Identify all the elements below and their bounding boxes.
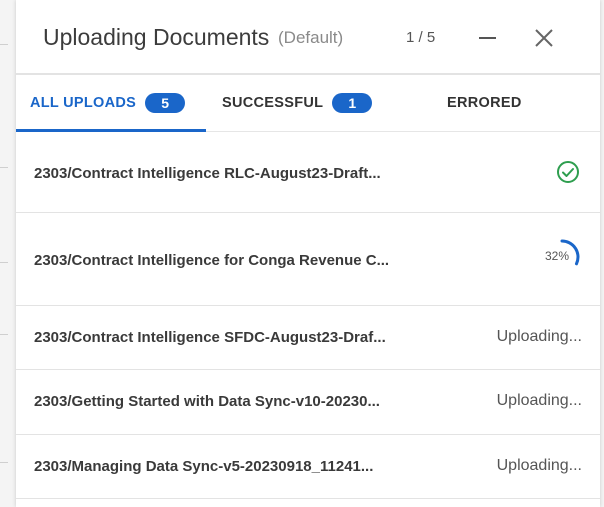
background-divider [0, 167, 8, 168]
count-badge: 1 [332, 93, 373, 113]
upload-row[interactable]: 2303/Contract Intelligence SFDC-August23… [16, 306, 600, 370]
tab-successful[interactable]: SUCCESSFUL 1 [222, 75, 373, 131]
file-name: 2303/Getting Started with Data Sync-v10-… [34, 393, 380, 410]
tab-all-uploads[interactable]: ALL UPLOADS 5 [30, 75, 186, 131]
upload-status: Uploading... [496, 328, 582, 345]
upload-status: Uploading... [496, 392, 582, 409]
dialog-header: Uploading Documents (Default) 1 / 5 [16, 0, 600, 75]
upload-dialog: Uploading Documents (Default) 1 / 5 ALL … [16, 0, 600, 507]
background-divider [0, 462, 8, 463]
upload-row[interactable]: 2303/Contract Intelligence for Conga Rev… [16, 213, 600, 306]
minimize-button[interactable] [476, 26, 500, 50]
minimize-icon [479, 37, 496, 39]
upload-status: Uploading... [496, 457, 582, 474]
file-name: 2303/Contract Intelligence for Conga Rev… [34, 252, 390, 269]
upload-row[interactable]: 2303/Getting Started with Data Sync-v10-… [16, 370, 600, 435]
tab-label: ERRORED [447, 95, 522, 111]
check-circle-icon [557, 161, 579, 183]
file-name: 2303/Contract Intelligence SFDC-August23… [34, 329, 386, 346]
background-divider [0, 44, 8, 45]
background-divider [0, 334, 8, 335]
upload-progress: 32% [533, 237, 583, 277]
count-badge: 5 [145, 93, 186, 113]
dialog-subtitle: (Default) [278, 28, 344, 47]
tab-label: ALL UPLOADS [30, 95, 137, 111]
tab-label: SUCCESSFUL [222, 95, 324, 111]
upload-row[interactable]: 2303/Contract Intelligence RLC-August23-… [16, 132, 600, 213]
tab-errored[interactable]: ERRORED [447, 75, 522, 131]
dialog-title: Uploading Documents [43, 24, 270, 50]
upload-tabs: ALL UPLOADS 5 SUCCESSFUL 1 ERRORED [16, 75, 600, 132]
background-divider [0, 262, 8, 263]
file-name: 2303/Managing Data Sync-v5-20230918_1124… [34, 458, 374, 475]
close-icon [535, 29, 553, 47]
progress-percent: 32% [544, 249, 569, 263]
file-name: 2303/Contract Intelligence RLC-August23-… [34, 165, 381, 182]
upload-counter: 1 / 5 [406, 29, 436, 46]
upload-row[interactable]: 2303/Managing Data Sync-v5-20230918_1124… [16, 435, 600, 499]
close-button[interactable] [532, 26, 556, 50]
